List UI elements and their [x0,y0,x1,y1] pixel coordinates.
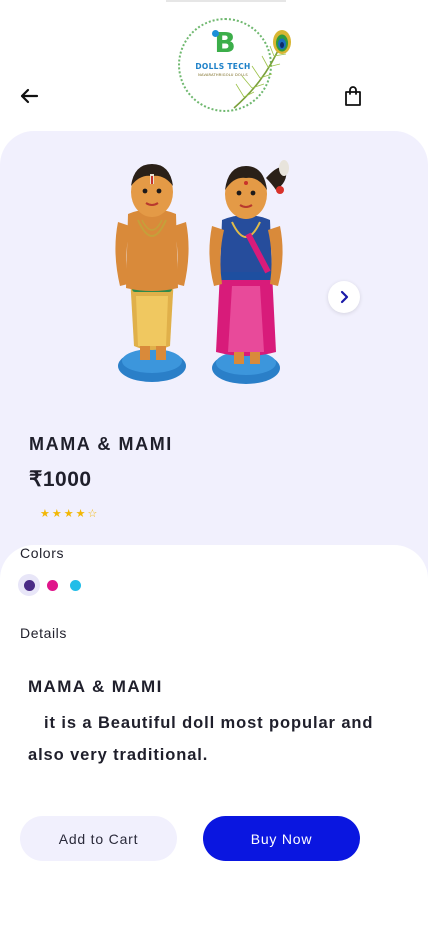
star-filled-icon: ★ [40,507,50,520]
product-price: ₹1000 [29,468,92,491]
details-label: Details [20,625,67,641]
color-option-pink[interactable] [41,574,63,596]
product-title: MAMA & MAMI [29,434,173,454]
cart-button[interactable] [341,84,365,108]
star-filled-icon: ★ [63,507,74,520]
color-option-sky-blue[interactable] [64,574,86,596]
add-to-cart-button[interactable]: Add to Cart [20,816,177,861]
logo-dot [212,30,219,37]
color-dot [23,579,35,591]
next-image-button[interactable] [328,281,360,313]
color-swatches [18,574,86,596]
chevron-right-icon [340,290,349,304]
star-filled-icon: ★ [51,507,62,520]
shopping-bag-icon [345,86,361,106]
star-filled-icon: ★ [75,507,86,520]
brand-logo: B DOLLS TECH NAVARATHRIGOLU DOLLS [162,0,292,112]
star-empty-icon: ☆ [87,507,98,520]
color-dot [46,579,58,591]
colors-label: Colors [20,545,65,561]
description-body: it is a Beautiful doll most popular and … [28,714,374,764]
logo-top-divider [166,0,286,2]
back-button[interactable] [16,84,42,108]
color-option-purple[interactable] [18,574,40,596]
rating-stars: ★ ★ ★ ★ ☆ [40,507,97,521]
buy-now-button[interactable]: Buy Now [203,816,360,861]
arrow-left-icon [20,88,39,104]
description-title: MAMA & MAMI [28,677,163,696]
product-image [115,160,289,384]
color-dot [69,579,81,591]
peacock-feather-icon [233,30,291,109]
